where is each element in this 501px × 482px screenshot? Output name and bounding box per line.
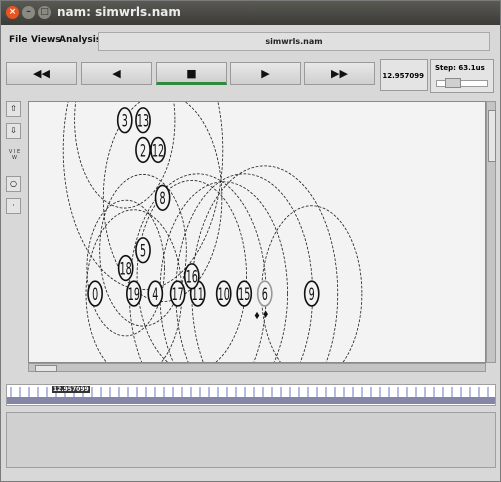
node-15[interactable]: 15 <box>236 280 253 307</box>
node-label: 13 <box>137 112 149 132</box>
node-label: 4 <box>152 285 158 305</box>
menu-file[interactable]: File <box>9 35 27 45</box>
node-8[interactable]: 8 <box>154 184 171 211</box>
dot-view-icon[interactable]: · <box>6 198 21 214</box>
close-window-button[interactable]: × <box>6 6 19 19</box>
zoom-in-icon[interactable]: ⇧ <box>6 101 21 117</box>
node-10[interactable]: 10 <box>215 280 232 307</box>
step-back-button[interactable]: ◀ <box>81 62 152 85</box>
node-16[interactable]: 16 <box>183 263 200 290</box>
minimize-window-button[interactable]: – <box>22 6 35 19</box>
maximize-window-button[interactable]: □ <box>38 6 51 19</box>
node-label: 10 <box>218 285 230 305</box>
node-label: 0 <box>92 285 98 305</box>
menu-analysis[interactable]: Analysis <box>59 35 101 45</box>
node-3[interactable]: 3 <box>116 107 133 134</box>
horizontal-scroll-thumb[interactable] <box>35 365 57 372</box>
title-bar: × – □ nam: simwrls.nam <box>1 1 500 25</box>
node-label: 16 <box>186 268 198 288</box>
step-label: Step: 63.1us <box>435 64 485 72</box>
node-label: 5 <box>140 242 146 262</box>
step-slider-track[interactable] <box>436 80 488 87</box>
vertical-scrollbar[interactable] <box>486 101 496 363</box>
step-slider-thumb[interactable] <box>445 78 461 88</box>
node-label: 9 <box>309 285 315 305</box>
transmission-range-9 <box>191 165 339 362</box>
timeline-marker[interactable]: 12.957099 <box>52 386 90 393</box>
node-label: 12 <box>152 142 164 162</box>
packet-marker-0 <box>254 311 260 320</box>
node-6[interactable]: 6 <box>256 280 273 307</box>
vertical-scroll-thumb[interactable] <box>488 110 496 162</box>
nam-window: × – □ nam: simwrls.nam File Views Analys… <box>0 0 501 482</box>
step-control: Step: 63.1us <box>430 59 494 93</box>
network-animation-canvas[interactable]: 0 19 4 17 11 10 15 6 9 16 18 5 8 2 12 3 13 <box>28 101 486 363</box>
menu-file-label: File <box>9 35 28 45</box>
packet-marker-1 <box>263 310 268 318</box>
node-label: 17 <box>172 285 184 305</box>
menu-views-label: Views <box>31 35 61 45</box>
menu-analysis-label: Analysis <box>59 35 102 45</box>
current-time-display: 12.957099 <box>380 59 428 91</box>
node-12[interactable]: 12 <box>150 136 166 164</box>
node-label: 18 <box>120 260 132 280</box>
node-9[interactable]: 9 <box>303 280 320 307</box>
fast-forward-button[interactable]: ▶▶ <box>304 62 375 85</box>
timeline-slider[interactable]: 12.957099 <box>6 384 496 406</box>
circle-view-icon[interactable]: ○ <box>6 176 21 192</box>
window-title: nam: simwrls.nam <box>57 5 181 19</box>
view-label: V I E W <box>8 149 21 161</box>
node-18[interactable]: 18 <box>117 254 134 282</box>
trace-filename: simwrls.nam <box>98 32 490 51</box>
topology-svg: 0 19 4 17 11 10 15 6 91618582 123 13 <box>62 102 363 362</box>
node-label: 3 <box>122 112 128 132</box>
node-label: 6 <box>262 285 268 305</box>
stop-button[interactable]: ■ <box>156 62 227 85</box>
node-label: 15 <box>238 285 250 305</box>
node-label: 8 <box>160 189 166 209</box>
node-label: 19 <box>128 285 140 305</box>
transport-controls: ◀◀ ◀ ■ ▶ ▶▶ <box>6 59 375 89</box>
node-13[interactable]: 13 <box>135 107 151 134</box>
rewind-button[interactable]: ◀◀ <box>6 62 77 85</box>
node-17[interactable]: 17 <box>169 280 186 307</box>
node-2[interactable]: 2 <box>135 136 151 164</box>
node-5[interactable]: 5 <box>135 237 151 264</box>
play-button[interactable]: ▶ <box>230 62 301 85</box>
node-label: 2 <box>140 142 146 162</box>
annotation-panel <box>6 412 496 468</box>
node-19[interactable]: 19 <box>126 280 142 307</box>
node-4[interactable]: 4 <box>147 280 164 307</box>
menu-views[interactable]: Views <box>31 35 61 45</box>
zoom-out-icon[interactable]: ⇩ <box>6 123 21 139</box>
horizontal-scrollbar[interactable] <box>28 363 486 372</box>
node-0[interactable]: 0 <box>87 280 103 307</box>
